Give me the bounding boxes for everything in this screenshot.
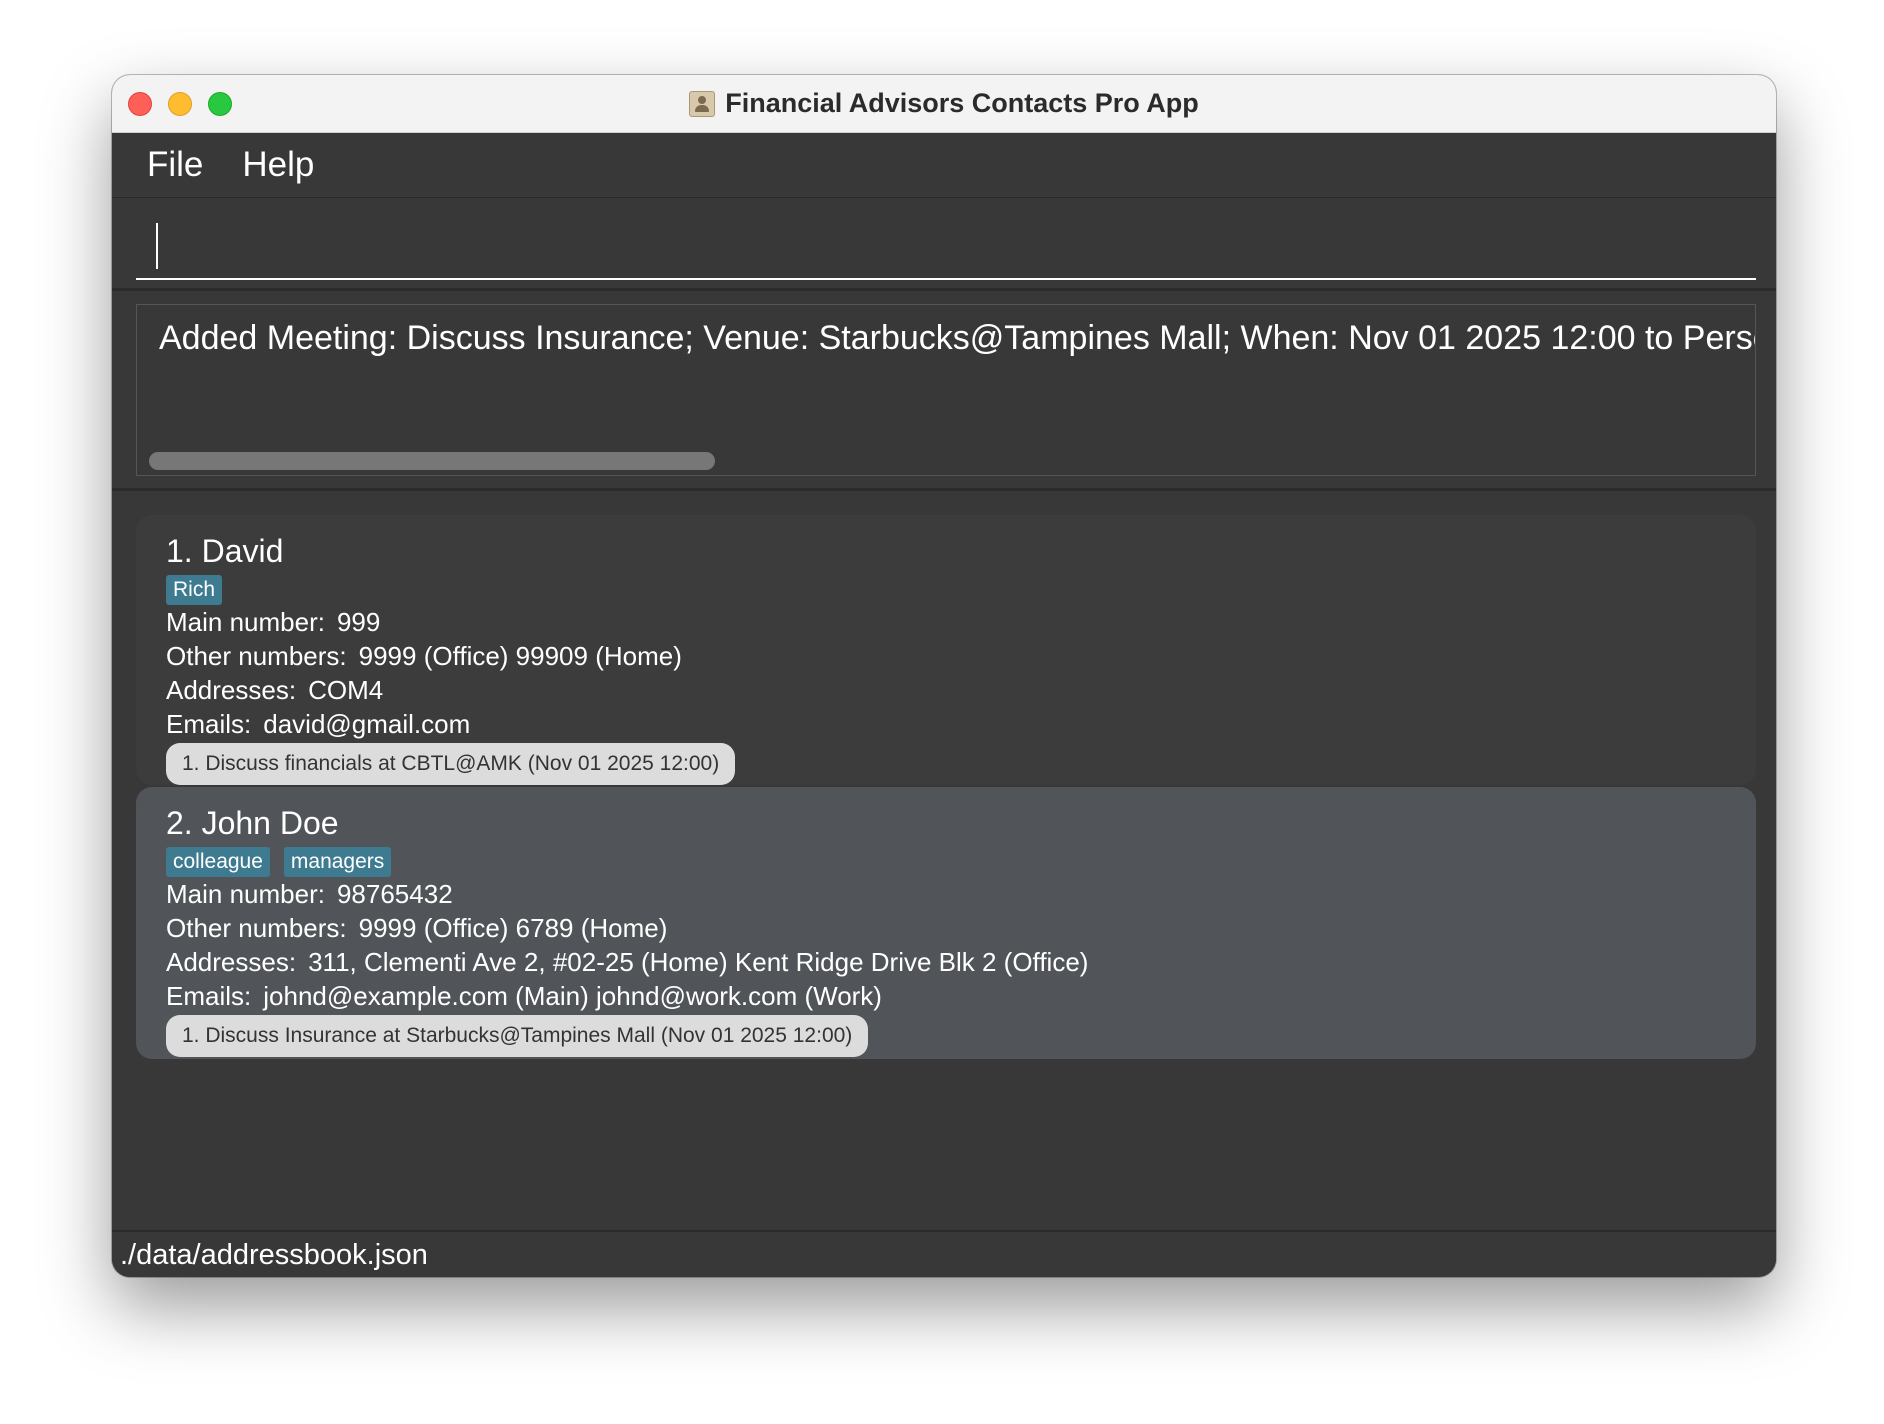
main-number-row: Main number: 98765432 (166, 877, 1726, 911)
main-number-label: Main number: (166, 607, 325, 637)
result-display[interactable]: Added Meeting: Discuss Insurance; Venue:… (136, 304, 1756, 476)
main-number-value: 98765432 (336, 879, 453, 909)
emails-value: johnd@example.com (Main) johnd@work.com … (263, 981, 882, 1011)
addresses-label: Addresses: (166, 947, 297, 977)
main-number-label: Main number: (166, 879, 325, 909)
tag: managers (283, 847, 392, 877)
addresses-value: 311, Clementi Ave 2, #02-25 (Home) Kent … (308, 947, 1089, 977)
addresses-row: Addresses: COM4 (166, 673, 1726, 707)
meeting-badge: 1. Discuss financials at CBTL@AMK (Nov 0… (166, 743, 736, 785)
menu-file[interactable]: File (112, 145, 222, 185)
person-name: 2. John Doe (166, 805, 339, 841)
other-numbers-row: Other numbers: 9999 (Office) 6789 (Home) (166, 911, 1726, 945)
emails-label: Emails: (166, 981, 252, 1011)
horizontal-scrollbar[interactable] (149, 452, 715, 470)
person-card[interactable]: 1. David Rich Main number: 999 Other numb… (136, 515, 1756, 785)
addresses-label: Addresses: (166, 675, 297, 705)
status-bar: ./data/addressbook.json (112, 1230, 1776, 1277)
emails-row: Emails: johnd@example.com (Main) johnd@wo… (166, 979, 1726, 1013)
menu-bar: File Help (112, 133, 1776, 198)
person-name: 1. David (166, 533, 284, 569)
title-bar: Financial Advisors Contacts Pro App (112, 75, 1776, 133)
person-card-selected[interactable]: 2. John Doe colleague managers Main numb… (136, 787, 1756, 1059)
emails-row: Emails: david@gmail.com (166, 707, 1726, 741)
address-book-icon (689, 90, 716, 117)
emails-label: Emails: (166, 709, 252, 739)
result-display-area: Added Meeting: Discuss Insurance; Venue:… (112, 291, 1776, 491)
command-input[interactable] (136, 198, 1756, 280)
other-numbers-label: Other numbers: (166, 641, 347, 671)
person-list: 1. David Rich Main number: 999 Other numb… (112, 491, 1776, 1231)
other-numbers-row: Other numbers: 9999 (Office) 99909 (Home) (166, 639, 1726, 673)
addresses-row: Addresses: 311, Clementi Ave 2, #02-25 (H… (166, 945, 1726, 979)
save-location-path: ./data/addressbook.json (120, 1239, 428, 1271)
result-text: Added Meeting: Discuss Insurance; Venue:… (159, 319, 1756, 357)
main-number-row: Main number: 999 (166, 605, 1726, 639)
app-window: Financial Advisors Contacts Pro App File… (112, 75, 1776, 1277)
menu-help[interactable]: Help (222, 145, 333, 185)
tag: Rich (166, 575, 223, 605)
main-number-value: 999 (336, 607, 381, 637)
other-numbers-label: Other numbers: (166, 913, 347, 943)
window-title: Financial Advisors Contacts Pro App (725, 88, 1199, 118)
other-numbers-value: 9999 (Office) 99909 (Home) (358, 641, 682, 671)
emails-value: david@gmail.com (263, 709, 471, 739)
tag-list: colleague managers (166, 847, 1726, 877)
command-box-area (112, 198, 1776, 291)
meeting-badge: 1. Discuss Insurance at Starbucks@Tampin… (166, 1015, 869, 1057)
tag-list: Rich (166, 575, 1726, 605)
addresses-value: COM4 (308, 675, 384, 705)
tag: colleague (166, 847, 270, 877)
other-numbers-value: 9999 (Office) 6789 (Home) (358, 913, 668, 943)
window-title-group: Financial Advisors Contacts Pro App (112, 75, 1776, 132)
text-caret (156, 223, 158, 269)
